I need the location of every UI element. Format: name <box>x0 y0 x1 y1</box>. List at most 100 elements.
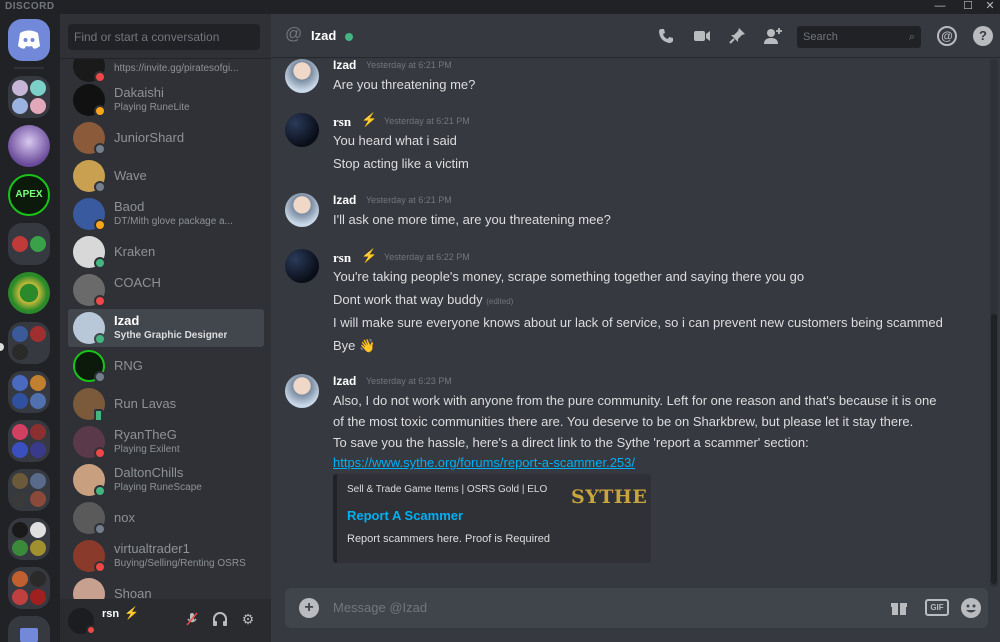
message-author[interactable]: rsn <box>333 250 351 266</box>
maximize-button[interactable]: ☐ <box>956 0 980 14</box>
gif-button[interactable]: GIF <box>925 599 949 616</box>
server-icon-green[interactable] <box>8 272 50 314</box>
pin-icon[interactable] <box>727 26 747 46</box>
dm-name: Shoan <box>114 586 152 599</box>
message-text: Stop acting like a victim <box>333 156 469 171</box>
upload-plus-icon[interactable]: + <box>299 598 319 618</box>
dm-item-baod[interactable]: Baod DT/Mith glove package a... <box>68 195 264 233</box>
voice-call-icon[interactable] <box>656 26 676 46</box>
online-status-icon <box>94 333 106 345</box>
server-list: APEX <box>0 14 60 642</box>
minimize-button[interactable]: — <box>928 0 952 14</box>
video-call-icon[interactable] <box>692 26 712 46</box>
mobile-status-icon <box>94 409 103 422</box>
sythe-report-link[interactable]: https://www.sythe.org/forums/report-a-sc… <box>333 455 635 470</box>
dnd-status-icon <box>94 295 106 307</box>
user-name: rsn <box>102 608 120 620</box>
search-placeholder: Search <box>803 31 838 43</box>
dm-item-juniorshard[interactable]: JuniorShard <box>68 119 264 157</box>
dm-item-dakaishi[interactable]: Dakaishi Playing RuneLite <box>68 81 264 119</box>
message-text: I will make sure everyone knows about ur… <box>333 315 943 330</box>
chat-scrollbar-thumb[interactable] <box>991 314 997 584</box>
message-text: Dont work that way buddy (edited) <box>333 292 513 307</box>
dm-sub: DT/Mith glove package a... <box>114 216 233 227</box>
dm-sub: Playing RuneLite <box>114 102 190 113</box>
embed-title-link[interactable]: Report A Scammer <box>347 508 463 523</box>
message-author[interactable]: Izad <box>333 193 356 207</box>
home-button[interactable] <box>8 19 50 61</box>
dm-item-coach[interactable]: COACH <box>68 271 264 309</box>
offline-status-icon <box>94 371 106 383</box>
message-text: Are you threatening me? <box>333 77 476 92</box>
chat-title: Izad <box>311 28 337 43</box>
dm-item-virtualtrader1[interactable]: virtualtrader1 Buying/Selling/Renting OS… <box>68 537 264 575</box>
dm-search-input[interactable]: Find or start a conversation <box>68 24 260 50</box>
message-list: Izad Yesterday at 6:21 PM Are you threat… <box>271 59 991 587</box>
lightning-icon: ⚡ <box>361 112 378 127</box>
offline-status-icon <box>94 143 106 155</box>
server-icon-anime[interactable] <box>8 125 50 167</box>
unread-indicator <box>0 343 4 351</box>
edited-label: (edited) <box>486 297 514 306</box>
close-button[interactable]: ✕ <box>978 0 1000 14</box>
mute-microphone-icon[interactable] <box>184 611 200 627</box>
dm-item-daltonchills[interactable]: DaltonChills Playing RuneScape <box>68 461 264 499</box>
user-avatar[interactable] <box>285 249 319 283</box>
message-text: I'll ask one more time, are you threaten… <box>333 212 611 227</box>
dm-name: RyanTheG <box>114 427 177 442</box>
dnd-status-icon <box>94 447 106 459</box>
dm-name: nox <box>114 510 135 525</box>
server-folder-3[interactable] <box>8 322 50 364</box>
server-folder-5[interactable] <box>8 420 50 462</box>
message-input[interactable]: Message @Izad <box>333 600 427 615</box>
mentions-icon[interactable]: @ <box>937 26 957 46</box>
dm-item-izad[interactable]: Izad Sythe Graphic Designer <box>68 309 264 347</box>
server-folder-9[interactable] <box>8 616 50 642</box>
discord-app: DISCORD — ☐ ✕ APEX Find or start a conve… <box>0 0 1000 642</box>
dm-sub: Playing RuneScape <box>114 482 202 493</box>
dm-name: Dakaishi <box>114 85 164 100</box>
message-timestamp: Yesterday at 6:22 PM <box>384 252 470 262</box>
user-avatar[interactable] <box>285 374 319 408</box>
emoji-picker-icon[interactable] <box>961 598 981 618</box>
sythe-logo[interactable]: SYTHE <box>571 486 647 508</box>
settings-gear-icon[interactable]: ⚙ <box>240 611 256 627</box>
dm-name: virtualtrader1 <box>114 541 190 556</box>
server-folder-7[interactable] <box>8 518 50 560</box>
gift-icon[interactable] <box>889 598 909 618</box>
headphones-icon[interactable] <box>212 611 228 627</box>
dm-item-ryantheg[interactable]: RyanTheG Playing Exilent <box>68 423 264 461</box>
message-author[interactable]: rsn <box>333 114 351 130</box>
online-status-icon <box>94 485 106 497</box>
chat-search-input[interactable]: Search ⌕ <box>797 26 921 48</box>
user-avatar[interactable] <box>285 193 319 227</box>
user-avatar[interactable] <box>285 59 319 93</box>
dm-item-shoan[interactable]: Shoan <box>68 575 264 599</box>
server-folder-6[interactable] <box>8 469 50 511</box>
dm-item-nox[interactable]: nox <box>68 499 264 537</box>
user-panel: rsn ⚡ ⚙ <box>60 599 271 642</box>
server-folder-1[interactable] <box>8 76 50 118</box>
server-icon-apex[interactable]: APEX <box>8 174 50 216</box>
dm-name: RNG <box>114 358 143 373</box>
message-author[interactable]: Izad <box>333 59 356 72</box>
server-folder-2[interactable] <box>8 223 50 265</box>
dm-sub: https://invite.gg/piratesofgi... <box>114 63 239 74</box>
rail-separator <box>14 67 44 69</box>
dm-item-rng[interactable]: RNG <box>68 347 264 385</box>
dm-item-run-lavas[interactable]: Run Lavas <box>68 385 264 423</box>
dm-name: Kraken <box>114 244 156 259</box>
server-folder-8[interactable] <box>8 567 50 609</box>
server-folder-4[interactable] <box>8 371 50 413</box>
lightning-icon: ⚡ <box>124 606 139 620</box>
help-icon[interactable]: ? <box>973 26 993 46</box>
offline-status-icon <box>94 523 106 535</box>
message-timestamp: Yesterday at 6:21 PM <box>384 116 470 126</box>
user-avatar[interactable] <box>285 113 319 147</box>
add-friend-icon[interactable] <box>763 26 783 46</box>
message-author[interactable]: Izad <box>333 374 356 388</box>
dm-sidebar: Find or start a conversation https://inv… <box>60 14 271 642</box>
dm-item-kraken[interactable]: Kraken <box>68 233 264 271</box>
dm-item-wave[interactable]: Wave <box>68 157 264 195</box>
dnd-status-icon <box>86 625 96 635</box>
